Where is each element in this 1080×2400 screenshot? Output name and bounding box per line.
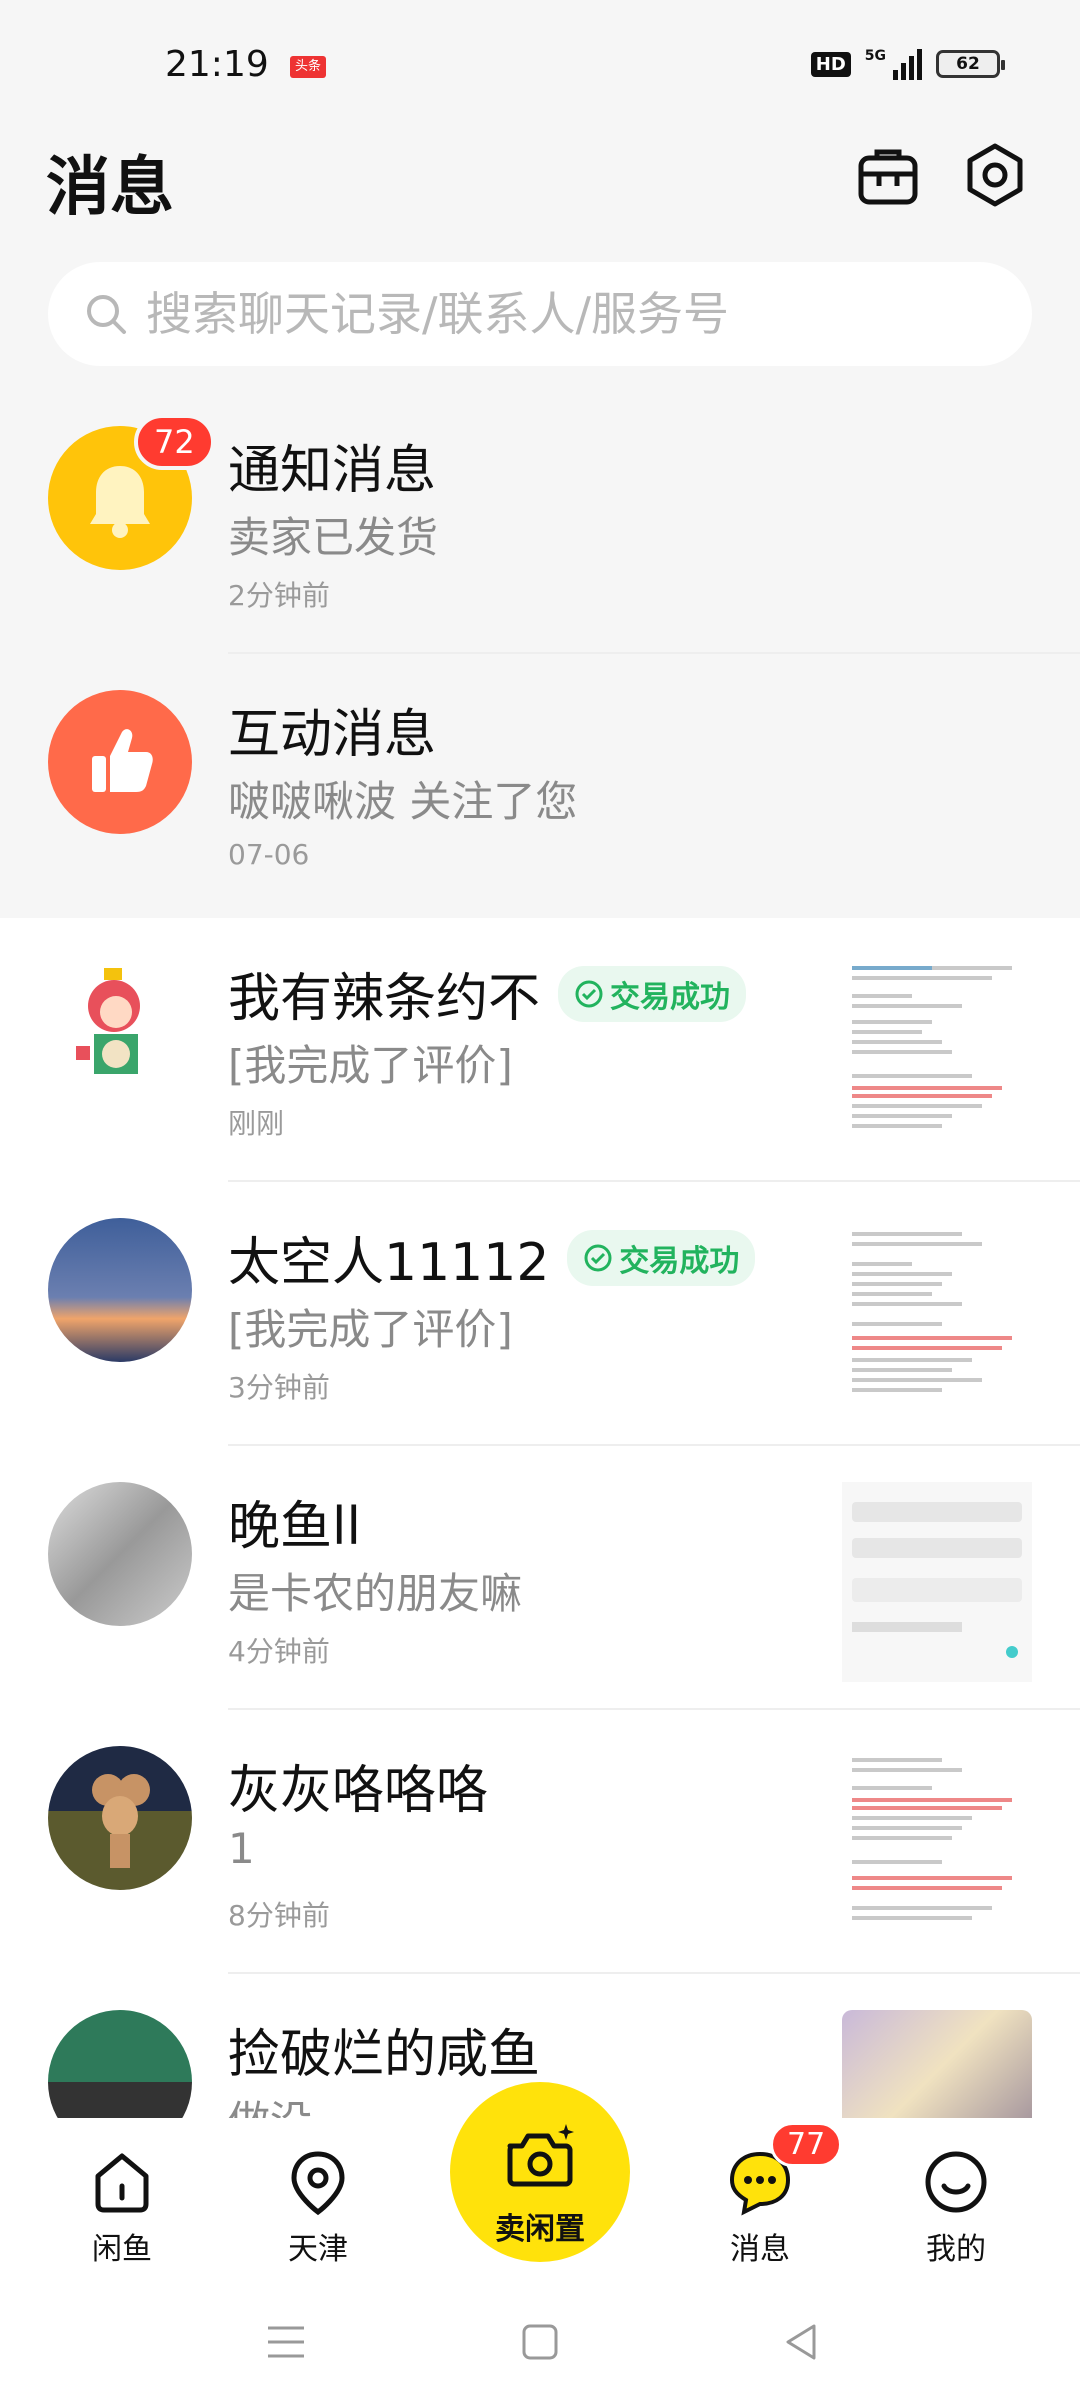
conversation-time: 3分钟前 [228, 1371, 330, 1404]
conversation-preview: 啵啵啾波 关注了您 [228, 777, 578, 826]
conversation-preview: [我完成了评价] [228, 1041, 513, 1090]
signal-icon: 5G [865, 48, 922, 80]
conversation-name-text: 我有辣条约不 [228, 969, 541, 1029]
item-thumbnail [842, 954, 1032, 1154]
avatar [48, 1746, 192, 1890]
avatar [48, 1482, 192, 1626]
smile-icon [925, 2151, 987, 2213]
unread-count-badge: 72 [134, 414, 215, 470]
conversation-preview: [我完成了评价] [228, 1305, 513, 1354]
status-time: 21:19 [165, 44, 269, 85]
check-circle-icon [584, 1244, 612, 1271]
pixel-character-avatar [76, 968, 140, 1074]
conversation-time: 2分钟前 [228, 579, 330, 612]
conversation-name: 互动消息 [228, 705, 437, 765]
conversation-time: 刚刚 [228, 1107, 285, 1140]
settings-icon[interactable] [962, 142, 1028, 208]
avatar [48, 1218, 192, 1362]
check-circle-icon [575, 980, 603, 1007]
system-nav-bar [0, 2290, 1080, 2400]
conversation-name: 我有辣条约不 交易成功 [228, 956, 747, 1031]
nav-item-city[interactable]: 天津 [248, 2146, 388, 2268]
conversation-name-text: 太空人11112 [228, 1233, 550, 1293]
page-title: 消息 [46, 151, 174, 225]
message-list: 72 通知消息 卖家已发货 2分钟前 互动消息 啵啵啾波 关注了您 07-06 [0, 390, 1080, 2238]
sell-idle-button[interactable]: 卖闲置 [450, 2082, 630, 2262]
trade-status-badge: 交易成功 [558, 965, 747, 1022]
conversation-preview: 卖家已发货 [228, 513, 439, 562]
conversation-preview: 是卡农的朋友嘛 [228, 1569, 523, 1618]
back-icon[interactable] [778, 2318, 826, 2366]
messages-badge: 77 [770, 2122, 843, 2167]
conversation-time: 07-06 [228, 838, 310, 871]
list-item-chat[interactable]: 我有辣条约不 交易成功 [我完成了评价] 刚刚 [0, 918, 1080, 1182]
search-icon [87, 295, 126, 334]
camera-sparkle-icon [507, 2124, 574, 2187]
conversation-name: 捡破烂的咸鱼 [228, 2025, 541, 2085]
hd-icon: HD [810, 51, 851, 77]
avatar [48, 954, 192, 1098]
list-item-chat[interactable]: 晚鱼ll 是卡农的朋友嘛 4分钟前 [0, 1446, 1080, 1710]
status-bar: 21:19 头条 HD 5G 62 [0, 0, 1080, 110]
item-thumbnail [842, 1482, 1032, 1682]
thumbs-up-icon [92, 729, 153, 792]
conversation-preview: 1 [228, 1824, 255, 1873]
news-notification-icon: 头条 [290, 56, 326, 78]
home-icon [95, 2153, 149, 2213]
item-thumbnail [842, 1746, 1032, 1946]
conversation-time: 4分钟前 [228, 1635, 330, 1668]
list-item-chat[interactable]: 灰灰咯咯咯 1 8分钟前 [0, 1710, 1080, 1974]
shopping-bag-icon[interactable] [855, 142, 921, 208]
battery-icon: 62 [936, 50, 1005, 78]
conversation-time: 8分钟前 [228, 1899, 330, 1932]
conversation-name: 晚鱼ll [228, 1497, 361, 1557]
list-item-notifications[interactable]: 72 通知消息 卖家已发货 2分钟前 [0, 390, 1080, 654]
menu-icon[interactable] [262, 2318, 310, 2366]
search-input[interactable] [146, 287, 1026, 341]
conversation-name: 灰灰咯咯咯 [228, 1761, 489, 1821]
list-item-interactions[interactable]: 互动消息 啵啵啾波 关注了您 07-06 [0, 654, 1080, 918]
conversation-name: 太空人11112 交易成功 [228, 1220, 756, 1295]
nav-item-profile[interactable]: 我的 [886, 2146, 1026, 2268]
location-icon [291, 2151, 345, 2216]
conversation-name: 通知消息 [228, 441, 437, 501]
home-square-icon[interactable] [516, 2318, 564, 2366]
search-bar[interactable] [48, 262, 1032, 366]
item-thumbnail [842, 1218, 1032, 1418]
nav-item-home[interactable]: 闲鱼 [52, 2146, 192, 2268]
cartoon-mouse-avatar [92, 1774, 150, 1868]
status-indicators: HD 5G 62 [810, 48, 1005, 80]
trade-status-badge: 交易成功 [567, 1229, 756, 1286]
avatar [48, 690, 192, 834]
list-item-chat[interactable]: 太空人11112 交易成功 [我完成了评价] 3分钟前 [0, 1182, 1080, 1446]
